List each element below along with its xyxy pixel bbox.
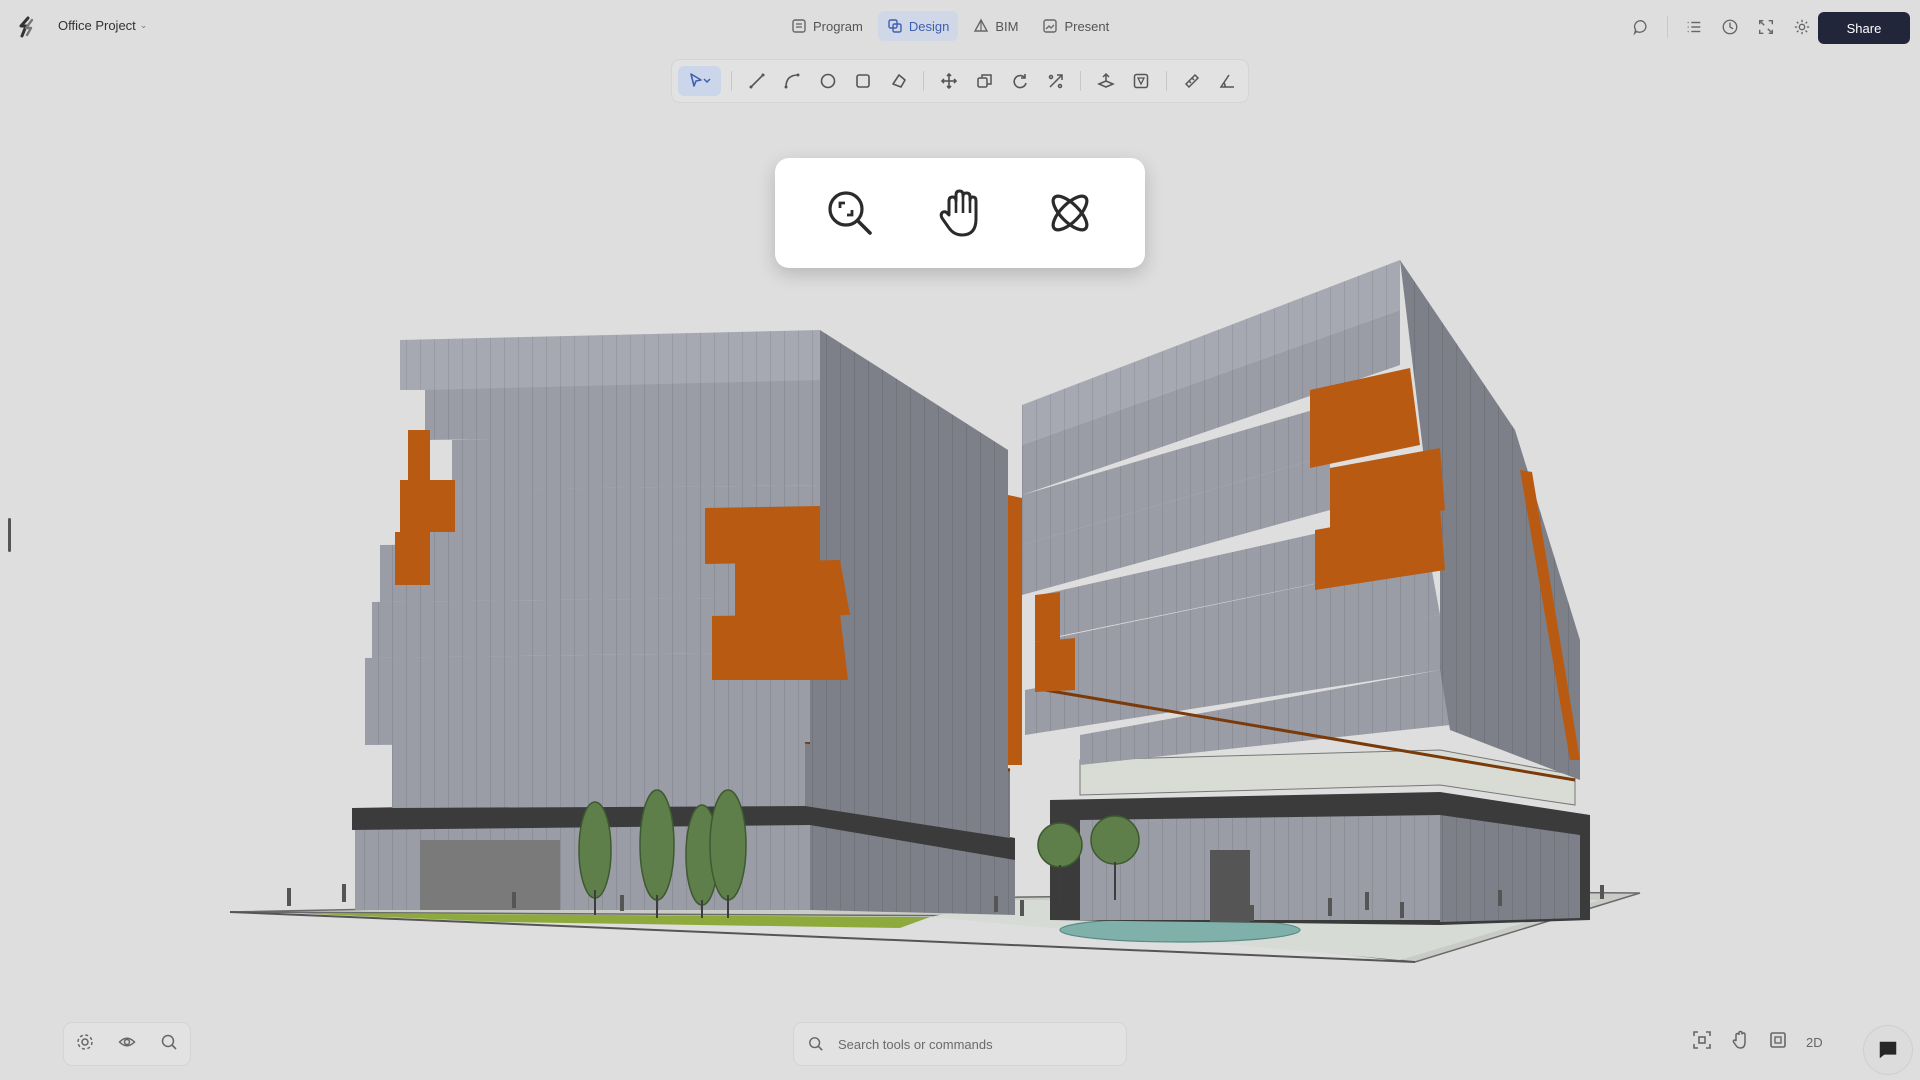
design-icon (888, 19, 902, 33)
scale-tool[interactable] (1041, 66, 1070, 96)
side-panel-handle[interactable] (8, 518, 11, 552)
select-tool-icon (689, 73, 711, 87)
circle-tool-icon (820, 73, 836, 89)
pan-icon[interactable] (1730, 1030, 1750, 1055)
fullscreen-icon[interactable] (1756, 17, 1776, 37)
history-icon[interactable] (1720, 17, 1740, 37)
orbit-icon (1051, 194, 1089, 232)
rectangle-tool-icon (856, 74, 871, 88)
chevron-down-icon: ⌄ (139, 20, 148, 30)
search-input[interactable] (836, 1035, 1100, 1053)
project-switcher[interactable]: Office Project ⌄ (58, 18, 147, 33)
rotate-tool[interactable] (1005, 66, 1034, 96)
section-tool-icon (1134, 73, 1149, 89)
polygon-tool[interactable] (884, 66, 913, 96)
visibility-icon[interactable] (118, 1033, 136, 1056)
tab-program-label: Program (813, 18, 863, 34)
drawing-toolbar (672, 60, 1248, 102)
angle-tool[interactable] (1213, 66, 1242, 96)
comment-icon[interactable] (1631, 17, 1651, 37)
rotate-tool-icon (1013, 74, 1027, 89)
orbit-button[interactable] (1038, 181, 1102, 245)
header-actions (1631, 16, 1812, 38)
share-button[interactable]: Share (1818, 12, 1910, 44)
toolbar-divider (923, 71, 925, 91)
zoom-extents-icon (828, 191, 872, 235)
tab-design[interactable]: Design (877, 11, 959, 41)
toolbar-divider (1080, 71, 1082, 91)
pan-button[interactable] (928, 181, 992, 245)
frame-icon[interactable] (1768, 1030, 1788, 1055)
view-mode-toggle[interactable]: 2D (1806, 1035, 1823, 1050)
settings-icon[interactable] (1792, 17, 1812, 37)
copy-tool[interactable] (970, 66, 999, 96)
zoom-icon[interactable] (160, 1033, 178, 1056)
circle-tool[interactable] (813, 66, 842, 96)
3d-viewport[interactable] (0, 240, 1920, 980)
tab-bim-label: BIM (995, 18, 1019, 34)
line-tool[interactable] (742, 66, 771, 96)
tab-present-label: Present (1064, 18, 1110, 34)
tab-design-label: Design (908, 18, 950, 34)
tab-bim[interactable]: BIM (964, 11, 1027, 41)
tab-present[interactable]: Present (1033, 11, 1118, 41)
fit-view-icon[interactable] (1692, 1030, 1712, 1055)
rectangle-tool[interactable] (849, 66, 878, 96)
header-divider (1667, 16, 1668, 38)
section-tool[interactable] (1127, 66, 1156, 96)
select-tool[interactable] (678, 66, 722, 96)
copy-tool-icon (976, 74, 992, 88)
extrude-tool-icon (1097, 72, 1115, 88)
present-icon (1043, 19, 1058, 33)
bim-icon (974, 18, 989, 32)
zoom-extents-button[interactable] (818, 181, 882, 245)
camera-controls: 2D (1692, 1030, 1823, 1055)
scale-tool-icon (1048, 74, 1063, 89)
program-icon (792, 19, 806, 33)
measure-tool-icon (1184, 73, 1199, 89)
line-tool-icon (749, 73, 765, 89)
mode-tabs: Program Design BIM Present (782, 11, 1118, 41)
pan-hand-icon (939, 189, 978, 237)
polygon-tool-icon (891, 74, 906, 88)
chat-button[interactable] (1864, 1026, 1912, 1074)
left-building (352, 330, 1022, 915)
settings-icon[interactable] (76, 1033, 94, 1056)
view-controls (64, 1023, 190, 1065)
list-icon[interactable] (1684, 17, 1704, 37)
move-tool-icon (941, 72, 958, 90)
arc-tool-icon (784, 73, 800, 89)
angle-tool-icon (1219, 74, 1235, 88)
move-tool[interactable] (934, 66, 963, 96)
project-name: Office Project (58, 18, 136, 33)
toolbar-divider (1166, 71, 1168, 91)
measure-tool[interactable] (1177, 66, 1206, 96)
app-logo-icon[interactable] (14, 15, 38, 39)
command-search (794, 1023, 1126, 1065)
arc-tool[interactable] (778, 66, 807, 96)
search-icon (809, 1037, 823, 1051)
tab-program[interactable]: Program (782, 11, 872, 41)
chat-icon (1879, 1041, 1897, 1059)
toolbar-divider (731, 71, 733, 91)
extrude-tool[interactable] (1091, 66, 1120, 96)
top-bar: Office Project ⌄ Program Design BIM Pres… (0, 0, 1920, 54)
